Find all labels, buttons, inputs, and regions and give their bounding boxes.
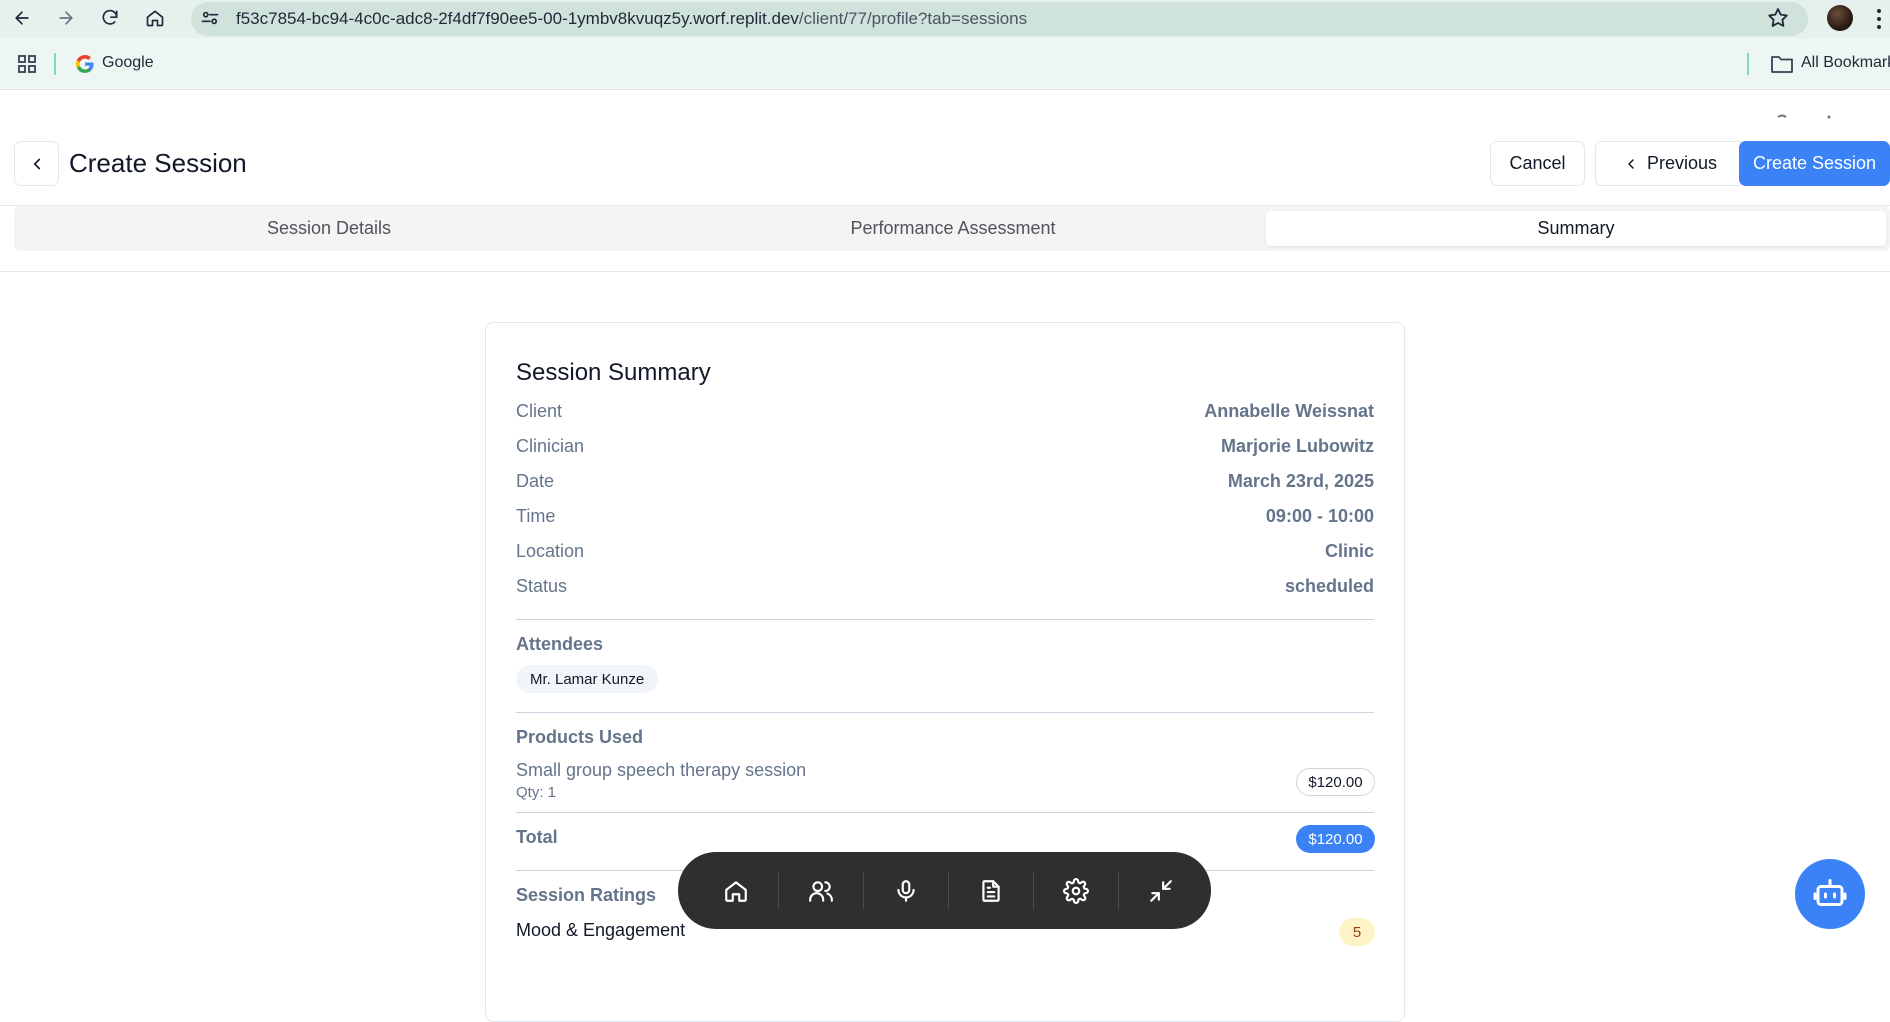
previous-button[interactable]: Previous — [1595, 141, 1745, 186]
field-label: Status — [516, 576, 568, 596]
tabs-divider — [0, 271, 1890, 272]
url-text[interactable]: f53c7854-bc94-4c0c-adc8-2f4df7f90ee5-00-… — [236, 9, 1027, 29]
url-host: f53c7854-bc94-4c0c-adc8-2f4df7f90ee5-00-… — [236, 9, 799, 28]
field-value: Annabelle Weissnat — [1204, 401, 1374, 421]
browser-toolbar: f53c7854-bc94-4c0c-adc8-2f4df7f90ee5-00-… — [0, 0, 1890, 38]
field-date: Date March 23rd, 2025 — [516, 471, 1374, 497]
section-divider — [516, 712, 1374, 713]
total-price-badge: $120.00 — [1296, 825, 1375, 853]
product-qty: Qty: 1 — [516, 784, 557, 801]
profile-avatar[interactable] — [1827, 5, 1853, 31]
bookmark-google[interactable]: Google — [102, 54, 154, 72]
dock-minimize-button[interactable] — [1118, 852, 1203, 929]
dock-home-button[interactable] — [693, 852, 778, 929]
previous-button-label: Previous — [1646, 153, 1718, 173]
product-price-badge: $120.00 — [1296, 768, 1375, 796]
field-clinician: Clinician Marjorie Lubowitz — [516, 436, 1374, 462]
site-info-icon[interactable] — [200, 8, 220, 28]
tab-summary[interactable]: Summary — [1266, 211, 1886, 246]
folder-icon[interactable] — [1771, 55, 1793, 73]
cancel-button[interactable]: Cancel — [1490, 141, 1585, 186]
field-label: Clinician — [516, 436, 585, 456]
products-heading: Products Used — [516, 727, 644, 747]
settings-icon — [1062, 877, 1089, 904]
bookmarks-bar: Google All Bookmarks — [0, 38, 1890, 90]
field-label: Time — [516, 506, 556, 526]
all-bookmarks-link[interactable]: All Bookmarks — [1801, 54, 1890, 72]
field-time: Time 09:00 - 10:00 — [516, 506, 1374, 532]
partial-element-edge — [1777, 114, 1831, 119]
field-label: Location — [516, 541, 585, 561]
rating-label: Mood & Engagement — [516, 920, 686, 940]
total-label: Total — [516, 827, 558, 847]
reload-icon[interactable] — [98, 6, 122, 30]
field-value: 09:00 - 10:00 — [1265, 506, 1374, 526]
home-icon[interactable] — [143, 6, 167, 30]
bookmark-star-icon[interactable] — [1766, 6, 1790, 30]
document-icon — [981, 879, 1000, 902]
field-value: Marjorie Lubowitz — [1221, 436, 1374, 456]
section-divider — [516, 619, 1374, 620]
dock-notes-button[interactable] — [948, 852, 1033, 929]
browser-menu-icon[interactable] — [1876, 8, 1882, 30]
chevron-left-icon — [33, 158, 40, 169]
field-status: Status scheduled — [516, 576, 1374, 602]
field-label: Client — [516, 401, 563, 421]
ratings-heading: Session Ratings — [516, 885, 657, 905]
page-title: Create Session — [69, 148, 247, 178]
attendees-heading: Attendees — [516, 634, 604, 654]
product-name: Small group speech therapy session — [516, 760, 807, 780]
users-icon — [808, 880, 833, 902]
back-button[interactable] — [14, 141, 59, 186]
floating-dock — [678, 852, 1211, 929]
chevron-left-icon — [1628, 158, 1634, 169]
dock-settings-button[interactable] — [1033, 852, 1118, 929]
bookmarks-separator — [54, 53, 56, 75]
step-tabs: Session Details Performance Assessment S… — [14, 206, 1890, 251]
field-value: scheduled — [1284, 576, 1374, 596]
create-session-button[interactable]: Create Session — [1739, 141, 1890, 186]
back-arrow-icon[interactable] — [10, 6, 34, 30]
forward-arrow-icon[interactable] — [54, 6, 78, 30]
minimize-icon — [1149, 879, 1172, 902]
field-value: Clinic — [1324, 541, 1374, 561]
field-value: March 23rd, 2025 — [1227, 471, 1374, 491]
tab-session-details[interactable]: Session Details — [19, 211, 639, 246]
tab-performance-assessment[interactable]: Performance Assessment — [643, 211, 1263, 246]
assistant-bot-button[interactable] — [1795, 859, 1865, 929]
field-location: Location Clinic — [516, 541, 1374, 567]
home-icon — [724, 880, 747, 902]
dock-clients-button[interactable] — [778, 852, 863, 929]
field-label: Date — [516, 471, 555, 491]
microphone-icon — [896, 879, 915, 902]
summary-title: Session Summary — [516, 359, 711, 386]
bookmarks-separator-right — [1747, 53, 1749, 75]
dock-microphone-button[interactable] — [863, 852, 948, 929]
bot-icon — [1813, 879, 1847, 906]
google-icon[interactable] — [76, 55, 94, 73]
field-client: Client Annabelle Weissnat — [516, 401, 1374, 427]
rating-badge: 5 — [1339, 918, 1375, 946]
attendee-chip: Mr. Lamar Kunze — [516, 665, 659, 693]
section-divider — [516, 812, 1374, 813]
url-path: /client/77/profile?tab=sessions — [798, 9, 1028, 28]
apps-grid-icon[interactable] — [17, 54, 37, 74]
